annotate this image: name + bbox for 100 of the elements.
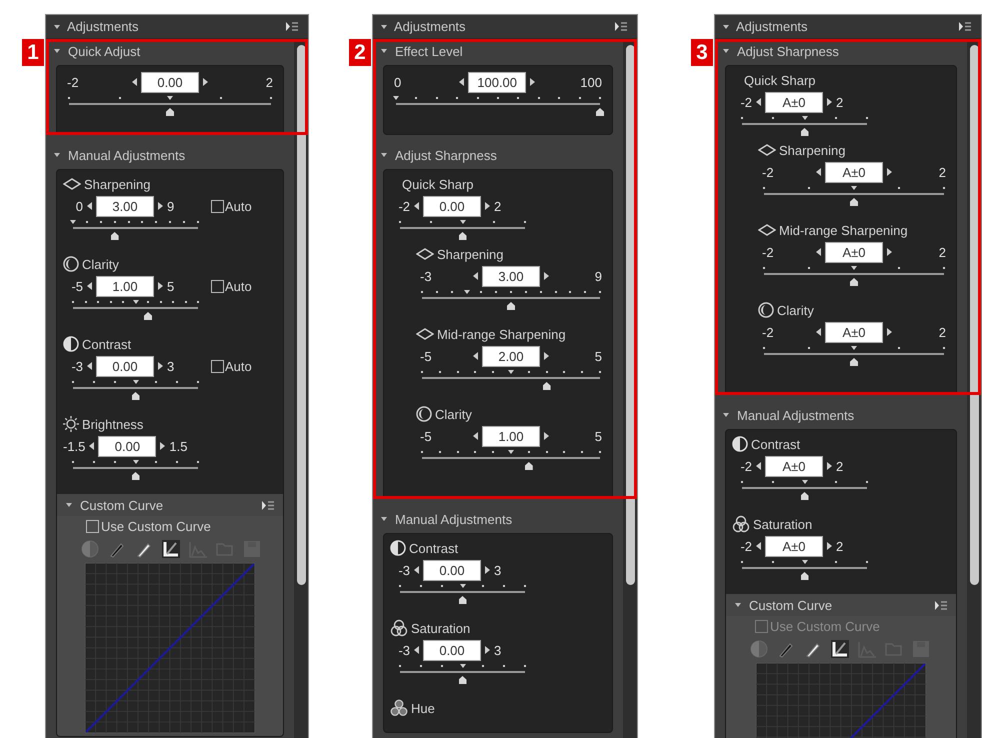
slider-thumb[interactable]	[132, 472, 140, 480]
increment-arrow-icon[interactable]	[485, 566, 490, 574]
value-field[interactable]: 0.00	[96, 356, 154, 376]
increment-arrow-icon[interactable]	[887, 328, 892, 336]
panel-menu-icon[interactable]	[262, 500, 274, 510]
value-field[interactable]: 1.00	[96, 276, 154, 296]
increment-arrow-icon[interactable]	[544, 352, 549, 360]
section-header[interactable]: Adjust Sharpness	[373, 143, 623, 167]
decrement-arrow-icon[interactable]	[414, 646, 419, 654]
increment-arrow-icon[interactable]	[827, 462, 832, 470]
value-field[interactable]: 2.00	[482, 346, 540, 366]
value-field[interactable]: A±0	[825, 162, 883, 182]
scrollbar-thumb[interactable]	[296, 45, 306, 585]
slider-thumb[interactable]	[458, 596, 466, 604]
slider-thumb[interactable]	[800, 492, 808, 500]
slider-thumb[interactable]	[110, 232, 119, 240]
decrement-arrow-icon[interactable]	[756, 98, 761, 106]
increment-arrow-icon[interactable]	[158, 362, 163, 370]
decrement-arrow-icon[interactable]	[414, 566, 419, 574]
increment-arrow-icon[interactable]	[485, 646, 490, 654]
slider-thumb[interactable]	[166, 108, 174, 116]
panel-menu-icon[interactable]	[615, 22, 627, 31]
increment-arrow-icon[interactable]	[544, 272, 549, 280]
slider-thumb[interactable]	[850, 358, 858, 366]
decrement-arrow-icon[interactable]	[756, 462, 761, 470]
diamond-eye-icon	[416, 328, 434, 340]
value-field[interactable]: 0.00	[423, 640, 481, 660]
slider-thumb[interactable]	[800, 572, 808, 580]
increment-arrow-icon[interactable]	[887, 248, 892, 256]
auto-checkbox[interactable]: Auto	[211, 198, 252, 214]
diamond-eye-icon	[758, 224, 776, 236]
value-field[interactable]: 0.00	[98, 436, 156, 456]
increment-arrow-icon[interactable]	[158, 282, 163, 290]
section-header[interactable]: Custom Curve	[57, 494, 283, 516]
slider-thumb[interactable]	[800, 128, 808, 136]
slider-thumb[interactable]	[507, 302, 515, 310]
increment-arrow-icon[interactable]	[485, 202, 490, 210]
panel-menu-icon[interactable]	[959, 22, 971, 31]
decrement-arrow-icon[interactable]	[89, 442, 94, 450]
value-field[interactable]: A±0	[825, 242, 883, 262]
decrement-arrow-icon[interactable]	[87, 282, 92, 290]
decrement-arrow-icon[interactable]	[473, 352, 478, 360]
value-field[interactable]: A±0	[765, 92, 823, 112]
section-header[interactable]: Custom Curve	[726, 594, 956, 616]
slider-thumb[interactable]	[850, 278, 858, 286]
slider-thumb[interactable]	[458, 676, 466, 684]
slider-thumb[interactable]	[132, 392, 140, 400]
value-field[interactable]: A±0	[765, 536, 823, 556]
decrement-arrow-icon[interactable]	[816, 168, 821, 176]
decrement-arrow-icon[interactable]	[87, 202, 92, 210]
increment-arrow-icon[interactable]	[158, 202, 163, 210]
decrement-arrow-icon[interactable]	[414, 202, 419, 210]
panel-menu-icon[interactable]	[286, 22, 298, 31]
value-field[interactable]: 3.00	[96, 196, 154, 216]
curve-tool-icon[interactable]	[830, 639, 850, 659]
value-field[interactable]: 100.00	[468, 72, 526, 92]
use-custom-curve-checkbox[interactable]: Use Custom Curve	[86, 516, 283, 536]
auto-checkbox[interactable]: Auto	[211, 278, 252, 294]
slider-label: Contrast	[82, 336, 132, 352]
curve-tool-icon[interactable]	[161, 539, 181, 559]
collapse-triangle-icon	[381, 517, 387, 521]
section-header[interactable]: Effect Level	[373, 39, 623, 63]
value-field[interactable]: 0.00	[141, 72, 199, 92]
slider-thumb[interactable]	[542, 382, 551, 390]
slider-thumb[interactable]	[524, 462, 533, 470]
slider-thumb[interactable]	[144, 312, 152, 320]
increment-arrow-icon[interactable]	[887, 168, 892, 176]
decrement-arrow-icon[interactable]	[87, 362, 92, 370]
section-header[interactable]: Manual Adjustments	[46, 143, 294, 167]
auto-checkbox[interactable]: Auto	[211, 358, 252, 374]
section-header[interactable]: Manual Adjustments	[715, 403, 967, 427]
decrement-arrow-icon[interactable]	[132, 78, 137, 86]
slider-thumb[interactable]	[850, 198, 858, 206]
increment-arrow-icon[interactable]	[203, 78, 208, 86]
value-field[interactable]: 0.00	[423, 560, 481, 580]
scrollbar-thumb[interactable]	[626, 45, 634, 585]
section-header[interactable]: Manual Adjustments	[373, 507, 623, 531]
decrement-arrow-icon[interactable]	[816, 248, 821, 256]
increment-arrow-icon[interactable]	[530, 78, 536, 86]
slider-thumb[interactable]	[596, 108, 604, 116]
max-value: 3	[494, 642, 502, 658]
slider-thumb[interactable]	[458, 232, 466, 240]
value-field[interactable]: A±0	[825, 322, 883, 342]
decrement-arrow-icon[interactable]	[459, 78, 464, 86]
value-field[interactable]: 0.00	[423, 196, 481, 216]
increment-arrow-icon[interactable]	[160, 442, 166, 450]
decrement-arrow-icon[interactable]	[756, 542, 761, 550]
increment-arrow-icon[interactable]	[827, 98, 832, 106]
value-field[interactable]: A±0	[765, 456, 823, 476]
increment-arrow-icon[interactable]	[827, 542, 832, 550]
scrollbar-thumb[interactable]	[970, 45, 978, 585]
decrement-arrow-icon[interactable]	[473, 272, 478, 280]
decrement-arrow-icon[interactable]	[816, 328, 821, 336]
decrement-arrow-icon[interactable]	[473, 432, 478, 440]
panel-menu-icon[interactable]	[935, 600, 947, 610]
section-header[interactable]: Adjust Sharpness	[715, 39, 967, 63]
section-header[interactable]: Quick Adjust	[46, 39, 294, 63]
increment-arrow-icon[interactable]	[544, 432, 549, 440]
value-field[interactable]: 3.00	[482, 266, 540, 286]
value-field[interactable]: 1.00	[482, 426, 540, 446]
